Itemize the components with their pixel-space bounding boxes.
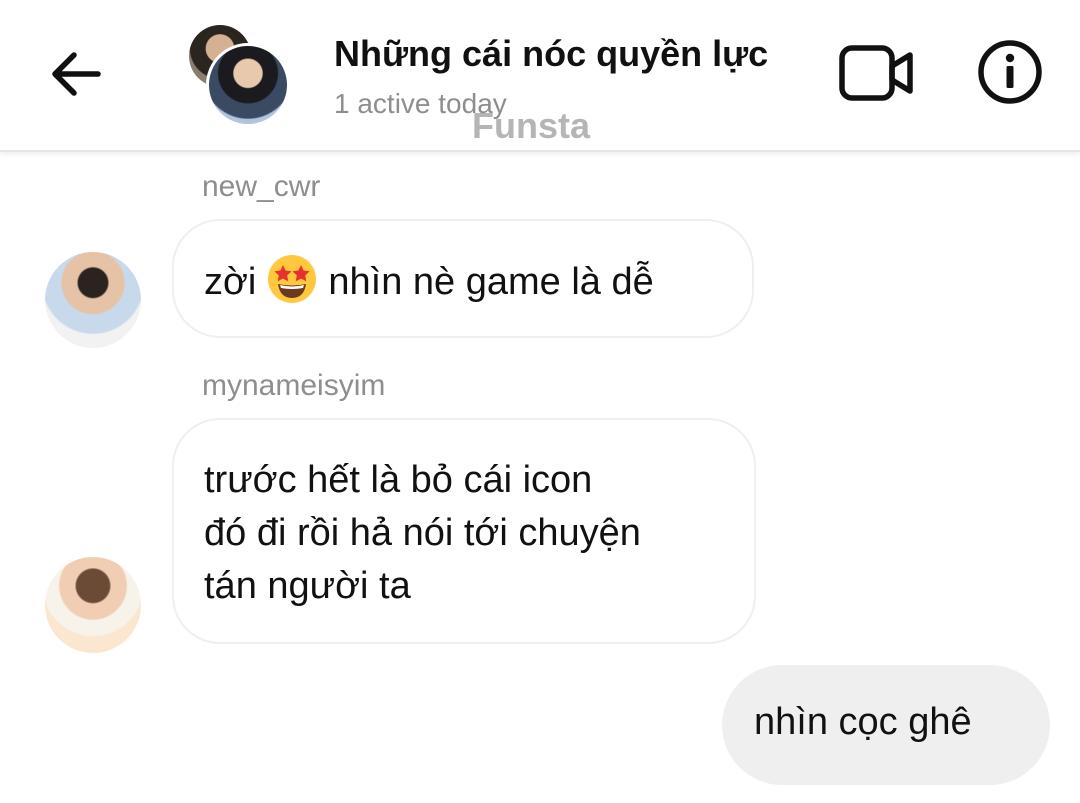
message-bubble[interactable]: zời nhìn nè game là dễ bbox=[172, 219, 754, 338]
message-line: trước hết là bỏ cái icon bbox=[204, 459, 593, 501]
info-icon bbox=[978, 40, 1042, 104]
back-button[interactable] bbox=[44, 42, 108, 106]
chat-title[interactable]: Những cái nóc quyền lực bbox=[334, 33, 768, 75]
chat-header: Những cái nóc quyền lực 1 active today F… bbox=[0, 0, 1080, 152]
video-call-button[interactable] bbox=[836, 40, 916, 106]
message-text: zời bbox=[204, 261, 257, 303]
sender-name: mynameisyim bbox=[202, 369, 386, 402]
group-avatar[interactable] bbox=[186, 25, 290, 127]
message-text: nhìn cọc ghê bbox=[754, 701, 972, 743]
sender-name: new_cwr bbox=[202, 170, 321, 203]
video-camera-icon bbox=[839, 45, 913, 101]
avatar[interactable] bbox=[45, 252, 141, 348]
info-button[interactable] bbox=[974, 36, 1046, 108]
arrow-left-icon bbox=[52, 52, 101, 96]
watermark: Funsta bbox=[472, 105, 591, 146]
star-struck-emoji-icon bbox=[268, 255, 317, 303]
message-line: tán người ta bbox=[204, 565, 411, 607]
message-text: nhìn nè game là dễ bbox=[328, 261, 654, 303]
avatar[interactable] bbox=[45, 557, 141, 653]
own-message-bubble[interactable]: nhìn cọc ghê bbox=[722, 665, 1050, 785]
message-bubble[interactable]: trước hết là bỏ cái icon đó đi rồi hả nó… bbox=[172, 418, 756, 644]
group-member-avatar bbox=[206, 43, 290, 127]
message-line: đó đi rồi hả nói tới chuyện bbox=[204, 512, 641, 554]
